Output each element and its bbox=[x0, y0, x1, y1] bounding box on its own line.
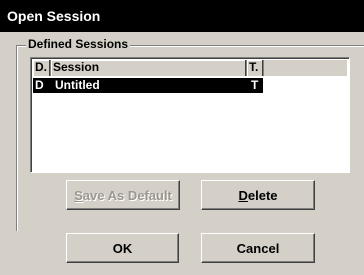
column-header-t[interactable]: T. bbox=[247, 60, 264, 76]
ok-button[interactable]: OK bbox=[66, 233, 179, 263]
dialog-title[interactable]: Open Session bbox=[0, 0, 364, 32]
sessions-list-header: D. Session T. bbox=[33, 60, 347, 76]
delete-label: elete bbox=[247, 187, 278, 203]
column-header-session[interactable]: Session bbox=[51, 60, 247, 76]
defined-sessions-label: Defined Sessions bbox=[26, 37, 131, 51]
sessions-list[interactable]: D. Session T. D Untitled T bbox=[30, 57, 350, 173]
column-header-d[interactable]: D. bbox=[33, 60, 51, 76]
session-row-untitled[interactable]: D Untitled T bbox=[33, 78, 263, 93]
cancel-button[interactable]: Cancel bbox=[201, 233, 315, 263]
delete-mnemonic: D bbox=[238, 187, 248, 203]
save-as-default-label: ave As Default bbox=[82, 187, 172, 203]
save-as-default-mnemonic: S bbox=[74, 187, 83, 203]
session-row-d: D bbox=[35, 78, 44, 92]
save-as-default-button[interactable]: Save As Default bbox=[66, 180, 180, 210]
open-session-dialog: Open Session Defined Sessions D. Session… bbox=[0, 0, 364, 275]
session-row-name: Untitled bbox=[55, 78, 100, 92]
session-row-t: T bbox=[251, 78, 259, 92]
delete-button[interactable]: Delete bbox=[201, 180, 315, 210]
